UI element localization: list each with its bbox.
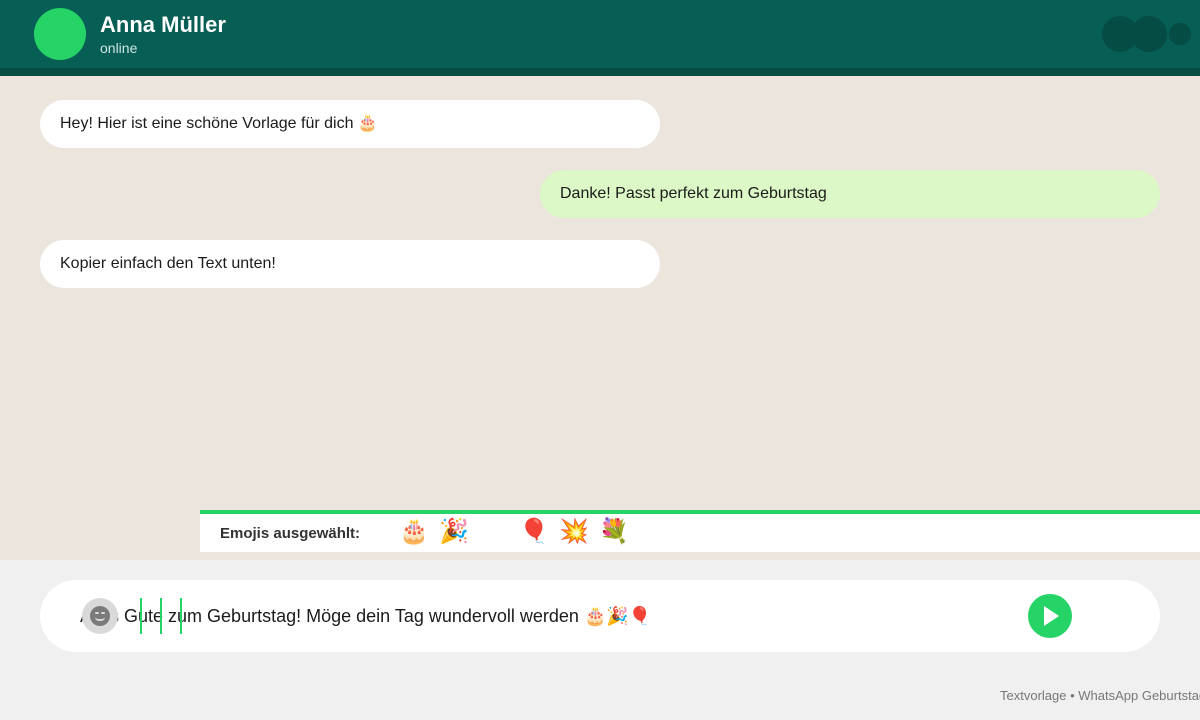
chat-area: Hey! Hier ist eine schöne Vorlage für di… — [0, 76, 1200, 560]
smiley-mouth — [95, 617, 105, 621]
emoji-cake[interactable]: 🎂 — [398, 516, 430, 548]
contact-avatar[interactable] — [34, 8, 86, 60]
message-bubble-incoming: Kopier einfach den Text unten! — [40, 240, 660, 288]
smiley-eye-left — [95, 612, 99, 614]
voice-call-icon[interactable] — [1131, 16, 1167, 52]
contact-name[interactable]: Anna Müller — [100, 12, 226, 38]
footer-note: Textvorlage • WhatsApp Geburtstag — [1000, 688, 1200, 703]
smiley-icon — [90, 606, 110, 626]
emoji-bouquet[interactable]: 💐 — [598, 516, 630, 548]
send-icon — [1044, 606, 1059, 626]
menu-icon[interactable] — [1169, 23, 1191, 45]
text-cursor — [180, 598, 182, 634]
text-cursor — [140, 598, 142, 634]
text-cursor — [160, 598, 162, 634]
contact-status: online — [100, 40, 138, 56]
emoji-selection-label: Emojis ausgewählt: — [220, 525, 361, 542]
smiley-eye-right — [101, 612, 105, 614]
emoji-selection-bar: Emojis ausgewählt: 🎂 🎉 🎈 💥 💐 — [200, 510, 1200, 552]
emoji-button[interactable] — [82, 598, 118, 634]
emoji-collision[interactable]: 💥 — [558, 516, 590, 548]
chat-header: Anna Müller online — [0, 0, 1200, 76]
message-input[interactable]: Alles Gute zum Geburtstag! Möge dein Tag… — [80, 604, 980, 628]
emoji-balloon[interactable]: 🎈 — [518, 516, 550, 548]
send-button[interactable] — [1028, 594, 1072, 638]
message-bubble-outgoing: Danke! Passt perfekt zum Geburtstag — [540, 170, 1160, 218]
message-bubble-incoming: Hey! Hier ist eine schöne Vorlage für di… — [40, 100, 660, 148]
emoji-party-popper[interactable]: 🎉 — [438, 516, 470, 548]
message-composer[interactable]: Alles Gute zum Geburtstag! Möge dein Tag… — [40, 580, 1160, 652]
